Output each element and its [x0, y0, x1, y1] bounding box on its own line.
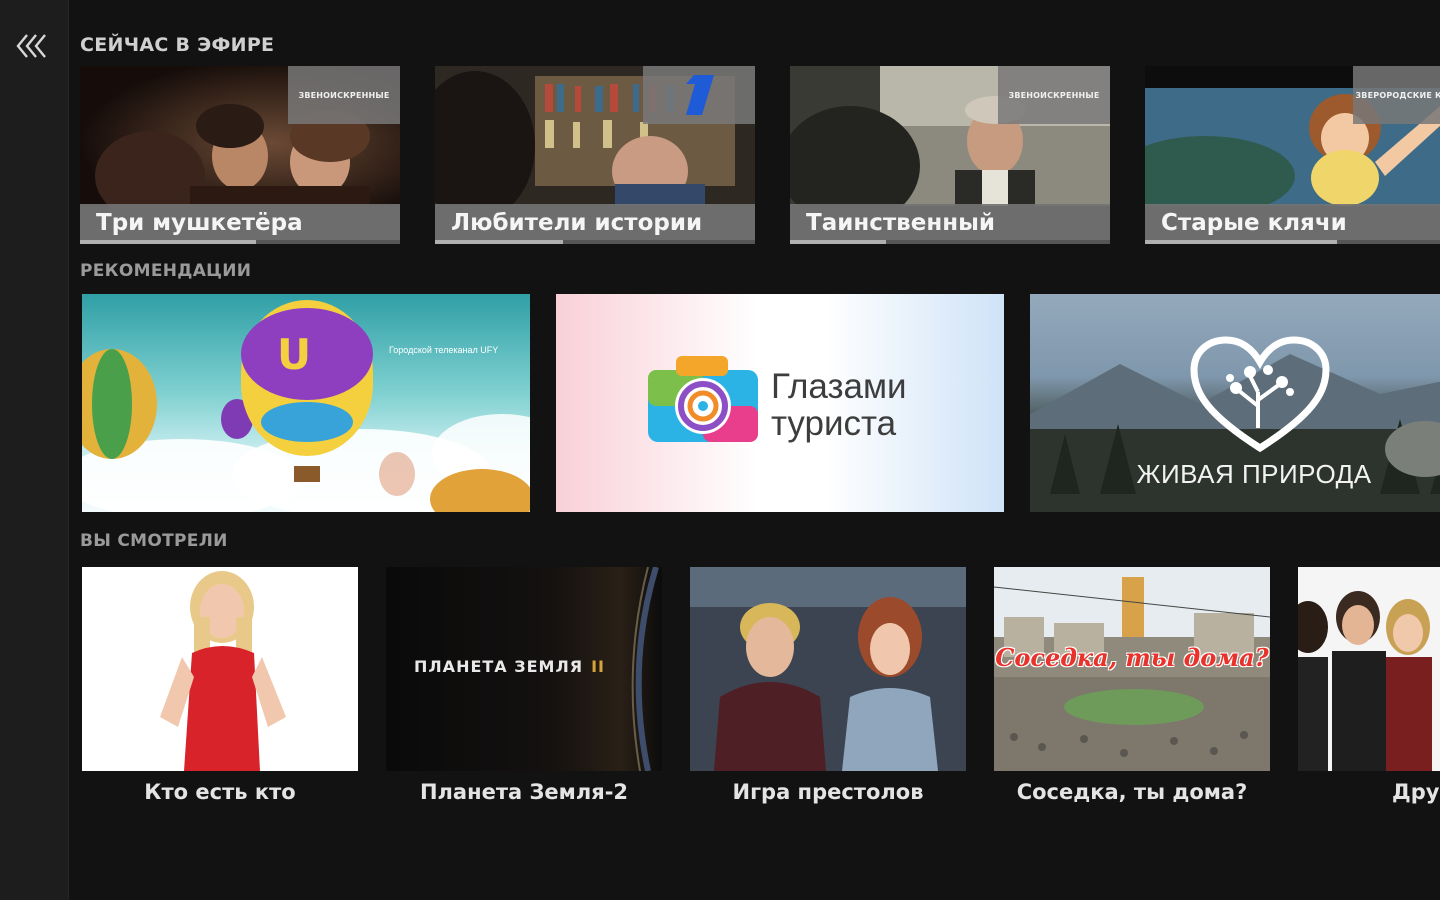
progress-track: [790, 240, 1110, 244]
channel-badge: [643, 66, 755, 124]
double-chevron-left-icon: [16, 34, 46, 58]
live-title: Таинственный: [806, 210, 996, 236]
thumbnail-overlay-title: Соседка, ты дома?: [995, 643, 1269, 672]
channel-badge: ЗВЕРОРОДСКИЕ КИНО: [1353, 66, 1440, 124]
show-title: Живая природа: [1136, 459, 1372, 489]
channel-name: ЗВЕНОИСКРЕННЫЕ: [1008, 90, 1100, 100]
svg-text:U: U: [277, 330, 311, 379]
progress-fill: [435, 240, 563, 244]
progress-fill: [1145, 240, 1337, 244]
recommendation-card-1[interactable]: U Городской телеканал UFY: [82, 294, 530, 512]
progress-track: [80, 240, 400, 244]
show-title: Глазами туриста: [771, 367, 907, 443]
live-title: Три мушкетёра: [96, 210, 303, 236]
watched-title: Кто есть кто: [144, 780, 296, 804]
thumbnail-overlay-title: ПЛАНЕТА ЗЕМЛЯ II: [414, 657, 605, 676]
live-card-2[interactable]: Любители истории: [435, 66, 755, 244]
overlay-text: ПЛАНЕТА ЗЕМЛЯ: [414, 657, 584, 676]
caption-bar: Старые клячи: [1145, 204, 1440, 244]
back-button[interactable]: [12, 26, 56, 66]
watched-title: Планета Земля-2: [419, 780, 629, 804]
watched-card-4[interactable]: Соседка, ты дома? Соседка, ты дома?: [994, 567, 1270, 817]
channel-name: ЗВЕНОИСКРЕННЫЕ: [298, 90, 390, 100]
camera-icon: [648, 356, 758, 442]
channel-badge: ЗВЕНОИСКРЕННЫЕ: [998, 66, 1110, 124]
watched-thumbnail: ПЛАНЕТА ЗЕМЛЯ II: [386, 567, 662, 771]
live-title: Старые клячи: [1161, 210, 1347, 236]
watched-thumbnail: [82, 567, 358, 771]
caption-bar: Три мушкетёра: [80, 204, 400, 244]
watched-thumbnail: [690, 567, 966, 771]
live-title: Любители истории: [451, 210, 703, 236]
main-content: Сейчас в эфире ЗВЕНОИСКРЕННЫЕ: [80, 0, 1440, 900]
overlay-roman: II: [591, 657, 605, 676]
progress-fill: [80, 240, 256, 244]
section-title-watched: Вы смотрели: [80, 531, 228, 551]
side-rail: [0, 0, 69, 900]
heart-tree-icon: [1190, 336, 1330, 453]
section-title-live: Сейчас в эфире: [80, 34, 275, 56]
watched-title: Дру: [1392, 780, 1440, 804]
progress-track: [435, 240, 755, 244]
progress-fill: [790, 240, 886, 244]
section-title-recommendations: Рекомендации: [80, 261, 252, 281]
channel-logo-icon: [686, 75, 714, 115]
woman-in-red-illustration: [160, 571, 286, 771]
progress-track: [1145, 240, 1440, 244]
watched-card-2[interactable]: ПЛАНЕТА ЗЕМЛЯ II Планета Земля-2: [386, 567, 662, 817]
watched-title: Соседка, ты дома?: [1016, 780, 1248, 804]
channel-badge: ЗВЕНОИСКРЕННЫЕ: [288, 66, 400, 124]
live-card-1[interactable]: ЗВЕНОИСКРЕННЫЕ Три мушкетёра: [80, 66, 400, 244]
group-cast-illustration: [1298, 591, 1432, 771]
channel-name: ЗВЕРОРОДСКИЕ КИНО: [1355, 90, 1440, 100]
caption-bar: Таинственный: [790, 204, 1110, 244]
recommendation-card-2[interactable]: Глазами туриста: [556, 294, 1004, 512]
watched-thumbnail: [1298, 567, 1440, 771]
live-card-3[interactable]: ЗВЕНОИСКРЕННЫЕ Таинственный: [790, 66, 1110, 244]
recommendation-card-3[interactable]: Живая природа: [1030, 294, 1440, 512]
caption-bar: Любители истории: [435, 204, 755, 244]
watched-title: Игра престолов: [732, 780, 924, 804]
throne-characters-illustration: [690, 567, 966, 771]
balloons-illustration: U: [82, 300, 530, 512]
watched-card-3[interactable]: Игра престолов: [690, 567, 966, 817]
watched-thumbnail: Соседка, ты дома?: [994, 567, 1270, 771]
watched-card-5[interactable]: Дру: [1298, 567, 1440, 817]
live-card-4[interactable]: ЗВЕРОРОДСКИЕ КИНО Старые клячи: [1145, 66, 1440, 244]
channel-caption: Городской телеканал UFY: [389, 345, 499, 355]
watched-card-1[interactable]: Кто есть кто: [82, 567, 358, 817]
app-root: Сейчас в эфире ЗВЕНОИСКРЕННЫЕ: [0, 0, 1440, 900]
